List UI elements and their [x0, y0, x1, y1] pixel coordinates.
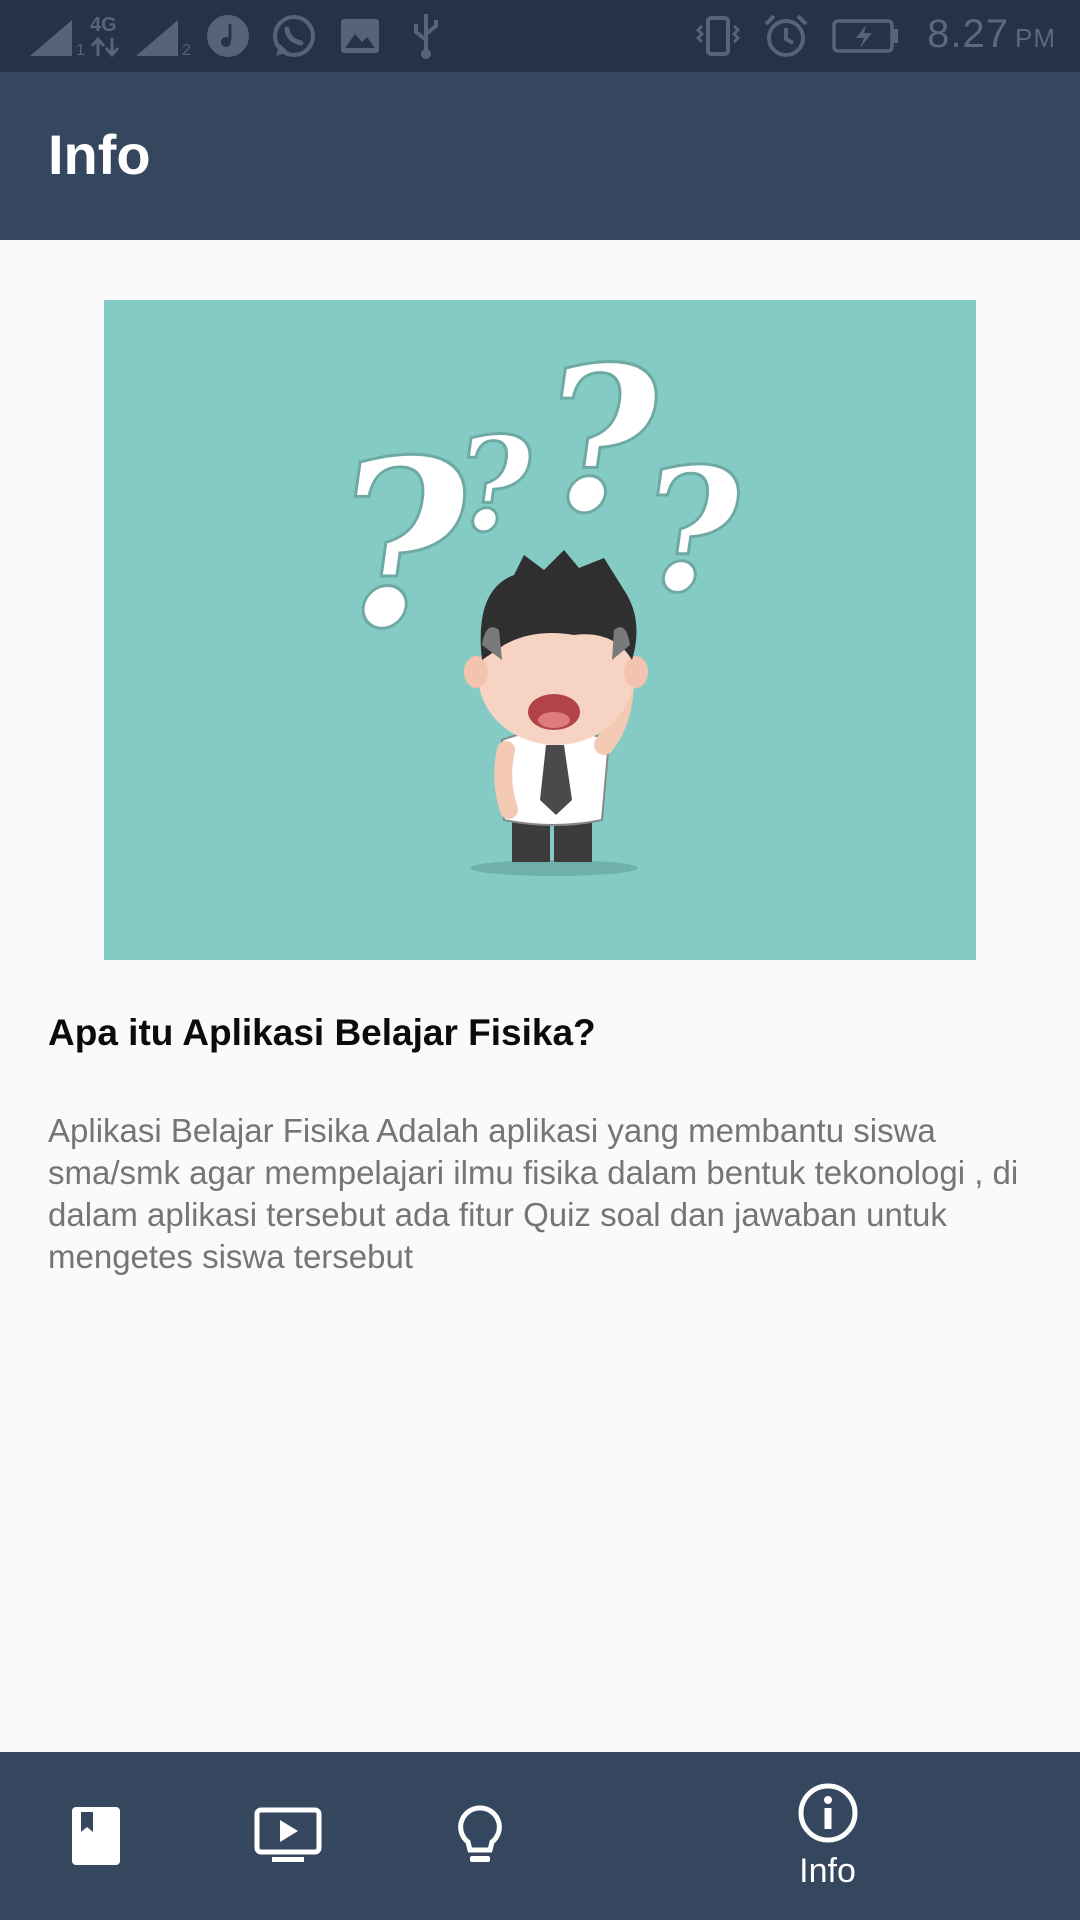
- confused-student-illustration: ? ? ? ?: [104, 300, 976, 960]
- nav-item-info[interactable]: Info: [760, 1752, 895, 1920]
- section-heading: Apa itu Aplikasi Belajar Fisika?: [48, 1012, 596, 1053]
- music-icon: [207, 15, 249, 57]
- video-icon: [254, 1807, 322, 1862]
- whatsapp-icon: [273, 15, 315, 57]
- alarm-icon: [764, 14, 808, 57]
- battery-charging-icon: [832, 19, 898, 53]
- book-icon: [72, 1807, 120, 1865]
- sim-2-label: 2: [182, 42, 191, 59]
- vibrate-icon: [696, 16, 740, 56]
- bottom-navigation: Info: [0, 1752, 1080, 1920]
- page-title: Info: [48, 123, 151, 186]
- sim-1-label: 1: [76, 42, 85, 59]
- info-icon: [798, 1783, 857, 1842]
- clock-time: 8.27: [927, 12, 1009, 56]
- description-text: Aplikasi Belajar Fisika Adalah aplikasi …: [48, 1112, 1019, 1275]
- nav-item-info-label: Info: [799, 1851, 856, 1890]
- usb-icon: [414, 14, 438, 59]
- image-icon: [341, 19, 379, 53]
- signal-icon: [30, 20, 72, 56]
- nav-item-materi[interactable]: [48, 1752, 144, 1920]
- network-type-label: 4G: [90, 14, 117, 36]
- lightbulb-icon: [458, 1805, 502, 1862]
- data-arrows-icon: [90, 36, 120, 58]
- signal-icon: [136, 20, 178, 56]
- status-bar: 1 4G 2 8.27 PM: [0, 0, 1080, 72]
- app-bar: Info: [0, 72, 1080, 240]
- nav-item-quiz[interactable]: [432, 1752, 528, 1920]
- clock-ampm: PM: [1015, 23, 1056, 53]
- clock: 8.27 PM: [927, 12, 1056, 57]
- nav-item-video[interactable]: [240, 1752, 336, 1920]
- illustration-art: ? ? ? ?: [313, 321, 757, 876]
